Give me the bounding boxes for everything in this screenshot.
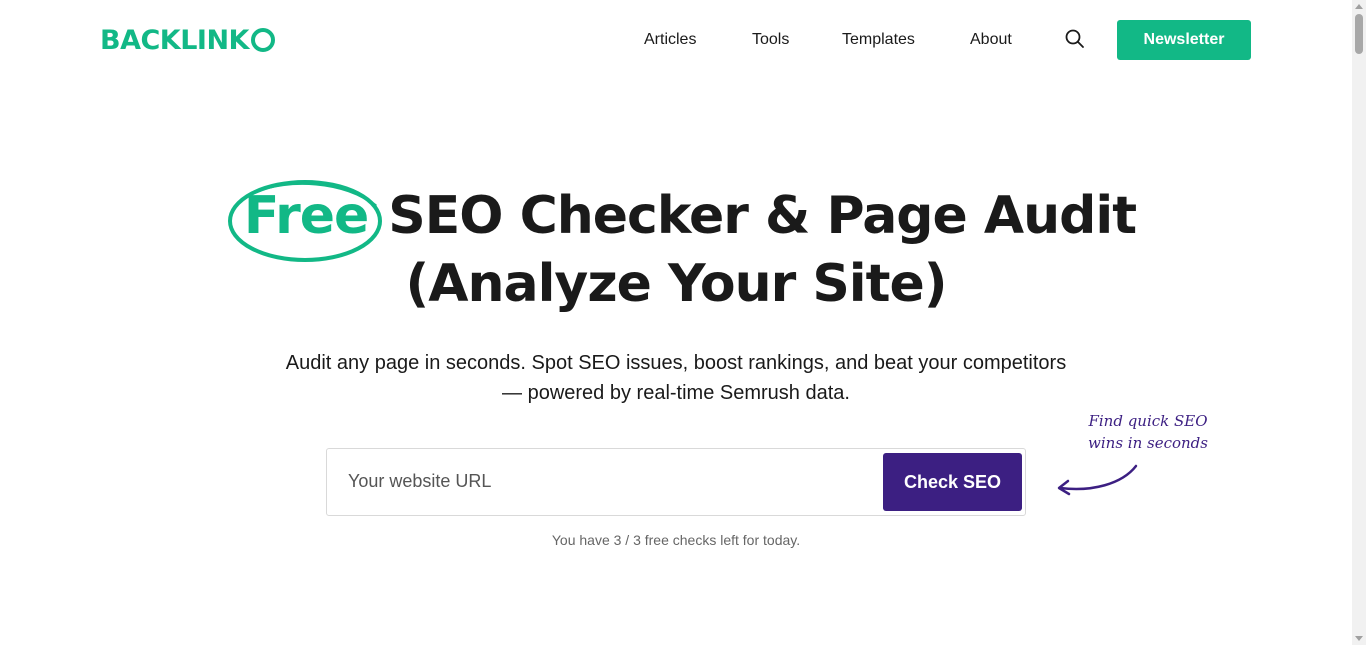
subtitle-line2: — powered by real-time Semrush data.	[502, 382, 850, 404]
page-title-line2: (Analyze Your Site)	[405, 254, 947, 314]
url-check-form: Check SEO	[326, 448, 1026, 516]
scroll-down-arrow-icon[interactable]	[1355, 636, 1363, 641]
logo-text: BACKLINK	[100, 24, 249, 56]
backlinko-logo[interactable]: BACKLINK	[100, 24, 275, 56]
newsletter-button[interactable]: Newsletter	[1117, 20, 1251, 60]
free-checks-remaining: You have 3 / 3 free checks left for toda…	[551, 532, 801, 548]
title-rest: SEO Checker & Page Audit	[388, 186, 1137, 246]
logo-o-ring-icon	[250, 28, 275, 52]
handwritten-annotation: Find quick SEO wins in seconds	[1088, 410, 1208, 454]
nav-articles[interactable]: Articles	[644, 20, 696, 60]
nav-templates[interactable]: Templates	[842, 20, 915, 60]
nav-about[interactable]: About	[970, 20, 1012, 60]
check-seo-button[interactable]: Check SEO	[883, 453, 1022, 511]
scroll-up-arrow-icon[interactable]	[1355, 4, 1363, 9]
page: BACKLINK Articles Tools Templates About …	[0, 0, 1366, 645]
search-icon[interactable]	[1064, 28, 1086, 50]
page-title-line1: Free SEO Checker & Page Audit	[0, 180, 1366, 262]
nav-tools[interactable]: Tools	[752, 20, 789, 60]
page-subtitle: Audit any page in seconds. Spot SEO issu…	[243, 348, 1109, 408]
page-scrollbar[interactable]	[1352, 0, 1366, 645]
curved-arrow-icon	[1057, 464, 1138, 496]
website-url-input[interactable]	[328, 450, 888, 512]
title-free-highlight: Free	[227, 180, 382, 262]
subtitle-line1: Audit any page in seconds. Spot SEO issu…	[285, 352, 1067, 374]
annotation-line1: Find quick SEO	[1088, 412, 1208, 430]
annotation-line2: wins in seconds	[1088, 434, 1208, 452]
scrollbar-thumb[interactable]	[1355, 14, 1363, 54]
free-text: Free	[243, 186, 369, 246]
